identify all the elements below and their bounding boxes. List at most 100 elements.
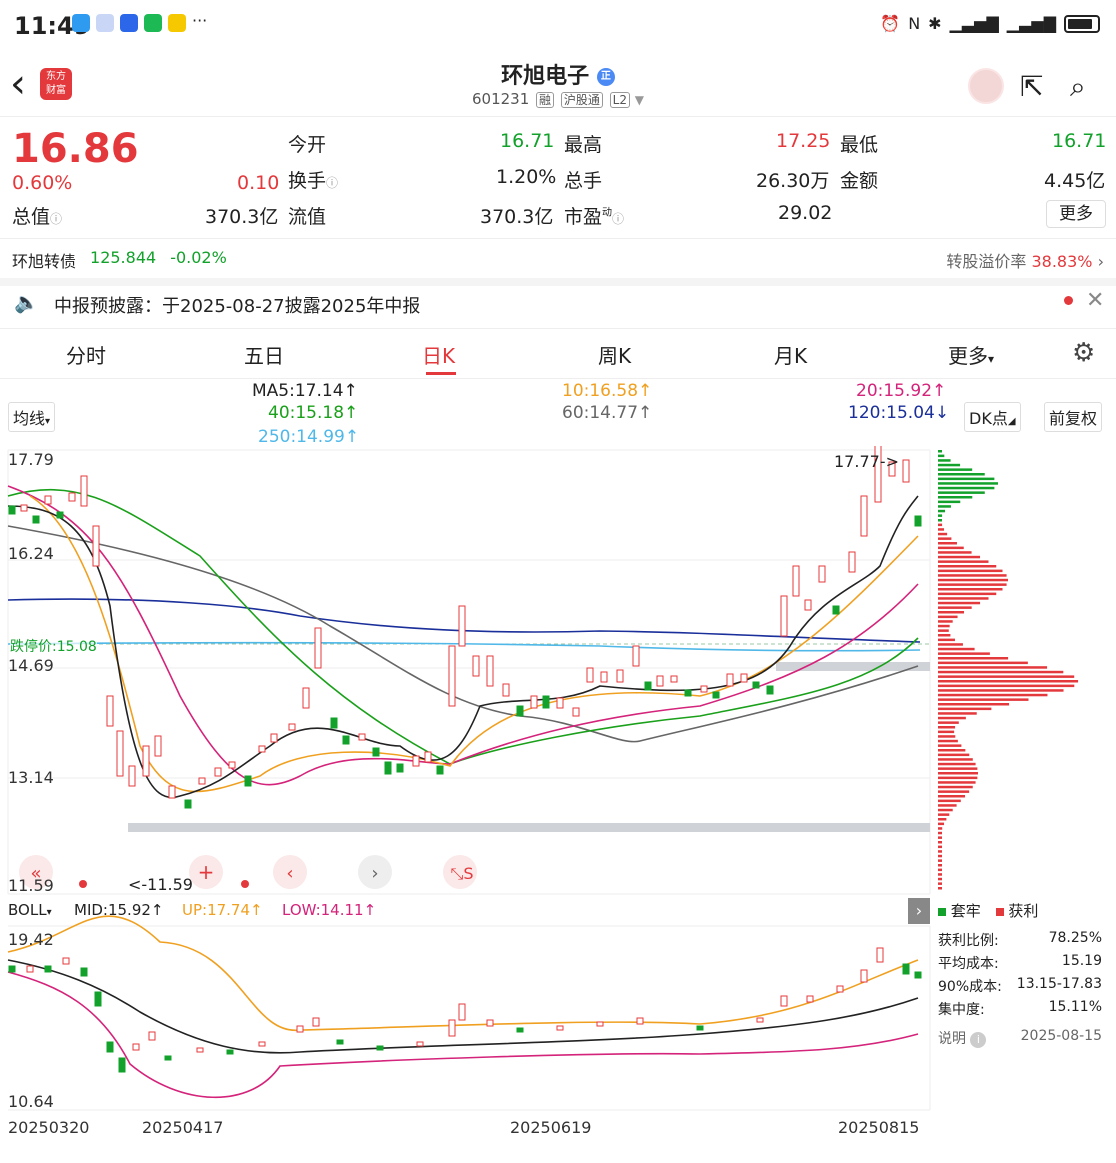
boll-candle (118, 1057, 126, 1073)
expand-panel-button[interactable]: › (908, 898, 930, 924)
boll-candle (196, 1047, 204, 1053)
candle (670, 675, 678, 683)
candle (792, 565, 800, 597)
chip-bar (938, 606, 972, 609)
y-tick: 14.69 (8, 656, 54, 675)
chip-bar (938, 473, 985, 476)
chip-bar (938, 477, 995, 481)
boll-select[interactable]: BOLL▾ (8, 901, 52, 919)
premium-rate[interactable]: 转股溢价率 38.83% › (946, 248, 1104, 272)
more-button[interactable]: 更多 (1046, 200, 1106, 228)
max-price-label: 17.77-> (834, 452, 899, 471)
chip-bar (938, 514, 943, 517)
candle (486, 655, 494, 687)
chip-bar (938, 772, 979, 775)
chip-bar (938, 555, 981, 559)
chip-bar (938, 615, 958, 619)
mcap-label[interactable]: 总值ⓘ (12, 202, 62, 229)
candle (502, 683, 510, 697)
tab-more[interactable]: 更多▾ (948, 340, 994, 369)
chip-bar (938, 785, 973, 789)
active-tab-indicator (426, 372, 456, 375)
chip-bar (938, 845, 942, 849)
avatar[interactable] (968, 68, 1004, 104)
chip-bar (938, 500, 961, 504)
chip-bar (938, 652, 990, 655)
chart-controls[interactable]: « + ‹ › ⤡S (19, 855, 477, 889)
chip-bar (938, 546, 964, 550)
chip-bar (938, 864, 942, 867)
chip-bar (938, 542, 957, 545)
candle (448, 645, 456, 707)
indicator-select[interactable]: 均线▾ (8, 402, 56, 432)
share-icon[interactable]: ⇱ (1020, 70, 1043, 103)
search-icon[interactable]: ⌕ (1070, 70, 1086, 104)
bluetooth-icon: ✱ (928, 14, 942, 33)
turnover-value: 1.20% (496, 166, 557, 188)
candle (848, 551, 856, 573)
volume-value: 26.30万 (756, 170, 830, 192)
speaker-icon: 🔈 (14, 290, 39, 314)
chip-bar (938, 588, 1003, 591)
chip-bar (938, 569, 1003, 573)
candle (572, 707, 580, 717)
adjust-select[interactable]: 前复权 (1044, 402, 1103, 432)
notice-text[interactable]: 中报预披露：于2025-08-27披露2025年中报 (54, 292, 420, 318)
support-band (128, 823, 930, 832)
chip-bar (938, 813, 950, 816)
svg-text:›: › (371, 863, 378, 884)
premium-label: 转股溢价率 (946, 252, 1027, 271)
candle (288, 723, 296, 731)
chip-bar (938, 505, 951, 508)
gear-icon[interactable]: ⚙ (1072, 338, 1095, 368)
candle (780, 595, 788, 637)
chip-bar (938, 496, 973, 499)
dk-point-select[interactable]: DK点◢ (964, 402, 1021, 432)
chip-bar (938, 532, 948, 536)
chevron-down-icon[interactable]: ▼ (635, 93, 644, 107)
chip-note[interactable]: 说明 i (938, 1028, 987, 1048)
tab-monthly-k[interactable]: 月K (774, 340, 807, 369)
concentration-value: 15.11% (1048, 999, 1102, 1015)
ma10-value: 10:16.58↑ (562, 381, 653, 401)
candle (902, 459, 910, 483)
tab-five-day[interactable]: 五日 (244, 340, 284, 369)
divider (0, 328, 1116, 329)
low-label: 最低 (840, 134, 879, 156)
candle (436, 765, 444, 775)
cost90-label: 90%成本: (938, 979, 1002, 995)
chip-bar (938, 574, 1007, 577)
candle (542, 695, 550, 709)
pe-label[interactable]: 市盈动ⓘ (564, 202, 624, 229)
candle (314, 627, 322, 669)
current-price: 16.86 (12, 126, 139, 172)
boll-mid: MID:15.92↑ (74, 901, 164, 919)
candle (358, 733, 366, 741)
candle (530, 695, 538, 709)
close-icon[interactable]: ✕ (1086, 288, 1104, 313)
boll-candle (296, 1025, 304, 1033)
chip-bar (938, 560, 989, 563)
candle (818, 565, 826, 583)
system-icons: ⏰ N ✱ ▁▃▅▇ ▁▃▅▇ (880, 14, 1100, 33)
candle (258, 745, 266, 753)
candle (516, 705, 524, 717)
bond-price: 125.844 (90, 248, 157, 267)
volume-label: 总手 (564, 170, 603, 192)
boll-candle (80, 967, 88, 977)
boll-candle (756, 1017, 764, 1023)
chip-bar (938, 454, 945, 458)
candle (198, 777, 206, 785)
float-label: 流值 (288, 206, 327, 228)
candle (700, 685, 708, 693)
tab-intraday[interactable]: 分时 (66, 340, 106, 369)
tab-weekly-k[interactable]: 周K (598, 340, 631, 369)
tab-daily-k[interactable]: 日K (422, 340, 455, 369)
boll-candle (148, 1031, 156, 1041)
convertible-bond-row[interactable]: 环旭转债 125.844 -0.02% (12, 248, 227, 272)
candle (342, 735, 350, 745)
chip-bar (938, 629, 949, 632)
more-icon: ··· (192, 11, 208, 30)
battery-icon (1064, 14, 1100, 33)
turnover-label[interactable]: 换手ⓘ (288, 166, 338, 193)
